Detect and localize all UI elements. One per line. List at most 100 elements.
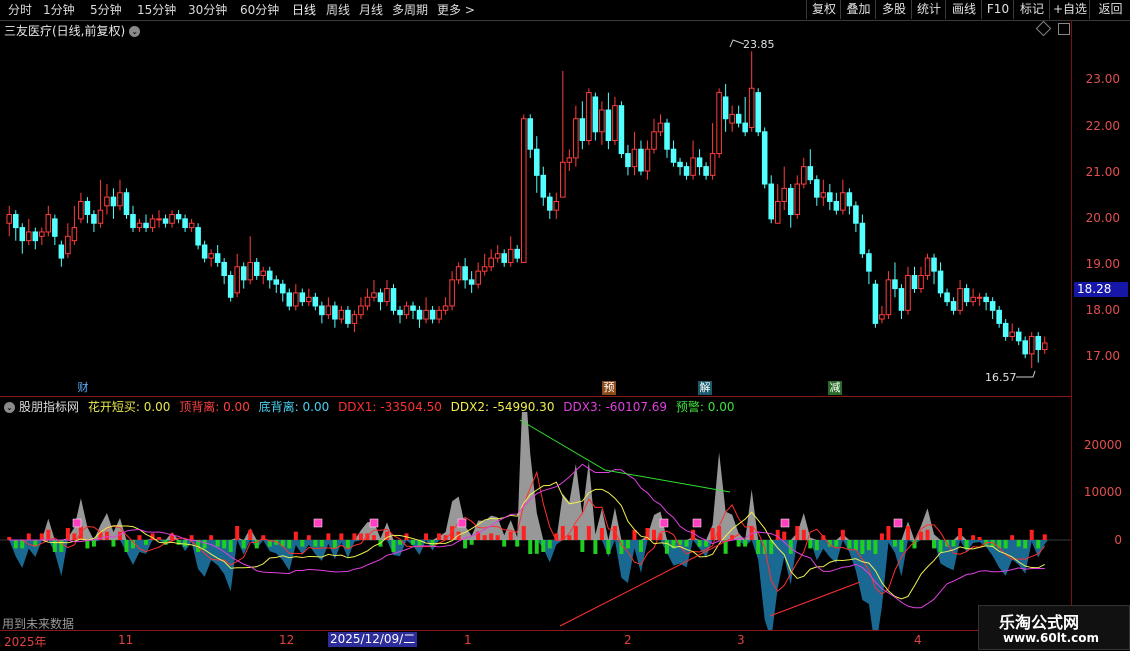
candle[interactable] <box>892 262 898 298</box>
candle[interactable] <box>533 136 540 193</box>
tab-5min[interactable]: 5分钟 <box>90 2 122 18</box>
candle[interactable] <box>638 140 644 176</box>
candle[interactable] <box>1015 327 1022 346</box>
candle[interactable] <box>1009 323 1015 341</box>
candle[interactable] <box>761 127 768 189</box>
candle[interactable] <box>657 114 664 137</box>
candle[interactable] <box>175 210 182 224</box>
candle[interactable] <box>853 201 859 232</box>
tab-60min[interactable]: 60分钟 <box>240 2 279 18</box>
candle[interactable] <box>755 88 761 137</box>
candle[interactable] <box>651 118 657 154</box>
candle[interactable] <box>306 288 312 306</box>
candle[interactable] <box>560 70 566 198</box>
candle[interactable] <box>384 279 390 306</box>
candle[interactable] <box>156 210 162 228</box>
candle[interactable] <box>91 210 97 232</box>
candle[interactable] <box>449 271 455 311</box>
candle[interactable] <box>481 253 488 276</box>
candle[interactable] <box>735 105 742 128</box>
candle[interactable] <box>377 288 384 311</box>
candle[interactable] <box>514 245 521 263</box>
candle[interactable] <box>768 175 774 224</box>
candle[interactable] <box>664 118 670 158</box>
candle[interactable] <box>97 179 104 228</box>
candle[interactable] <box>970 288 976 306</box>
candle[interactable] <box>358 297 364 320</box>
candle[interactable] <box>748 51 755 132</box>
candle[interactable] <box>280 279 286 302</box>
candle[interactable] <box>716 88 722 158</box>
event-marker-unlock[interactable]: 解 <box>698 381 712 395</box>
candle[interactable] <box>45 205 52 237</box>
candle[interactable] <box>221 258 227 285</box>
candle[interactable] <box>169 210 175 228</box>
candle[interactable] <box>1022 336 1028 359</box>
candle[interactable] <box>429 305 436 324</box>
candle[interactable] <box>931 253 937 285</box>
tab-multi-period[interactable]: 多周期 <box>392 2 428 18</box>
candle[interactable] <box>416 305 423 328</box>
event-marker-finance[interactable]: 财 <box>76 381 90 395</box>
candle[interactable] <box>455 262 462 285</box>
fuquan-button[interactable]: 复权 <box>806 0 841 19</box>
candle[interactable] <box>787 184 794 228</box>
candlestick-chart[interactable] <box>0 36 1072 380</box>
tab-15min[interactable]: 15分钟 <box>137 2 176 18</box>
candle[interactable] <box>32 227 39 250</box>
candle[interactable] <box>351 310 358 333</box>
candle[interactable] <box>833 192 840 215</box>
candle[interactable] <box>827 184 833 211</box>
candle[interactable] <box>84 197 91 224</box>
candle[interactable] <box>319 301 325 324</box>
candle[interactable] <box>195 223 201 250</box>
candle[interactable] <box>879 305 885 324</box>
mark-button[interactable]: 标记 <box>1013 0 1050 19</box>
candle[interactable] <box>703 162 709 180</box>
candle[interactable] <box>644 140 651 180</box>
candle[interactable] <box>162 214 169 228</box>
candle[interactable] <box>442 297 449 315</box>
candle[interactable] <box>338 305 345 324</box>
candle[interactable] <box>586 88 592 145</box>
candle[interactable] <box>729 105 735 132</box>
candle[interactable] <box>924 253 931 280</box>
candle[interactable] <box>820 179 827 206</box>
candle[interactable] <box>774 184 781 224</box>
candle[interactable] <box>488 249 494 272</box>
candle[interactable] <box>553 192 560 219</box>
candle[interactable] <box>494 245 501 263</box>
candle[interactable] <box>273 275 280 293</box>
candle[interactable] <box>253 258 260 280</box>
candle[interactable] <box>286 288 293 311</box>
candle[interactable] <box>6 205 13 237</box>
candle[interactable] <box>618 101 625 158</box>
candle[interactable] <box>944 288 950 306</box>
tab-more[interactable]: 更多 > <box>437 2 475 18</box>
add-watchlist-button[interactable]: +自选 <box>1049 0 1090 19</box>
candle[interactable] <box>266 266 273 289</box>
candle[interactable] <box>1028 332 1035 369</box>
candle[interactable] <box>130 205 136 232</box>
candle[interactable] <box>1035 332 1042 363</box>
candle[interactable] <box>918 266 924 293</box>
candle[interactable] <box>332 301 338 328</box>
candle[interactable] <box>840 179 846 215</box>
tab-monthly[interactable]: 月线 <box>359 2 383 18</box>
candle[interactable] <box>911 266 918 293</box>
candle[interactable] <box>683 162 690 180</box>
candle[interactable] <box>299 288 306 306</box>
candle[interactable] <box>937 262 944 298</box>
candle[interactable] <box>963 284 970 306</box>
diamond-icon[interactable] <box>1035 20 1052 37</box>
candle[interactable] <box>462 258 468 289</box>
candle[interactable] <box>507 236 514 267</box>
candle[interactable] <box>234 253 240 298</box>
tab-1min[interactable]: 1分钟 <box>43 2 75 18</box>
candle[interactable] <box>52 214 58 246</box>
event-marker-reduce[interactable]: 减 <box>828 381 842 395</box>
candle[interactable] <box>989 297 996 320</box>
candle[interactable] <box>227 271 234 302</box>
candle[interactable] <box>201 240 208 263</box>
indicator-chart[interactable] <box>0 412 1072 630</box>
